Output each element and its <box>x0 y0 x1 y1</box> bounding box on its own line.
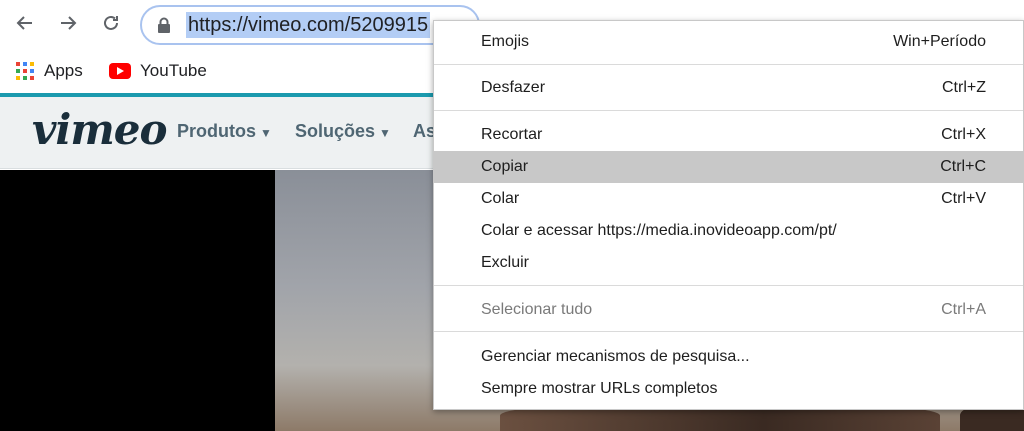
nav-label: Produtos <box>177 121 256 141</box>
menu-item-label: Colar e acessar https://media.inovideoap… <box>481 222 837 239</box>
bookmark-label: Apps <box>44 61 83 80</box>
menu-item-mostrar-urls[interactable]: Sempre mostrar URLs completos <box>434 373 1023 405</box>
menu-item-gerenciar-mecanismos[interactable]: Gerenciar mecanismos de pesquisa... <box>434 341 1023 373</box>
menu-item-label: Emojis <box>481 33 530 50</box>
forward-arrow-icon <box>61 16 77 30</box>
back-button[interactable] <box>10 8 40 38</box>
bookmark-apps[interactable]: Apps <box>15 58 83 84</box>
chevron-down-icon: ▼ <box>260 126 272 140</box>
menu-item-shortcut: Ctrl+X <box>941 126 986 143</box>
menu-separator <box>434 331 1023 332</box>
menu-item-excluir[interactable]: Excluir <box>434 247 1023 279</box>
menu-separator <box>434 110 1023 111</box>
chevron-down-icon: ▼ <box>379 126 391 140</box>
menu-item-label: Desfazer <box>481 79 546 96</box>
menu-item-label: Gerenciar mecanismos de pesquisa... <box>481 348 750 365</box>
apps-grid-icon <box>15 61 35 81</box>
menu-item-selecionar-tudo: Selecionar tudo Ctrl+A <box>434 294 1023 326</box>
address-bar-url[interactable]: https://vimeo.com/5209915 <box>186 12 431 38</box>
menu-item-colar[interactable]: Colar Ctrl+V <box>434 183 1023 215</box>
menu-item-label: Excluir <box>481 254 530 271</box>
video-letterbox <box>0 170 275 431</box>
vimeo-logo[interactable]: vimeo <box>32 105 168 154</box>
menu-item-label: Sempre mostrar URLs completos <box>481 380 718 397</box>
forward-button[interactable] <box>53 8 83 38</box>
menu-item-label: Selecionar tudo <box>481 301 593 318</box>
lock-icon[interactable] <box>157 17 171 33</box>
nav-solucoes[interactable]: Soluções ▼ <box>295 121 391 142</box>
menu-item-label: Copiar <box>481 158 529 175</box>
reload-icon <box>104 15 118 30</box>
menu-item-shortcut: Win+Período <box>893 33 986 50</box>
menu-item-shortcut: Ctrl+Z <box>942 79 986 96</box>
menu-item-emojis[interactable]: Emojis Win+Período <box>434 26 1023 58</box>
reload-button[interactable] <box>96 8 126 38</box>
nav-produtos[interactable]: Produtos ▼ <box>177 121 272 142</box>
menu-item-copiar[interactable]: Copiar Ctrl+C <box>434 151 1023 183</box>
menu-item-colar-e-acessar[interactable]: Colar e acessar https://media.inovideoap… <box>434 215 1023 247</box>
context-menu: Emojis Win+Período Desfazer Ctrl+Z Recor… <box>433 20 1024 410</box>
menu-item-shortcut: Ctrl+V <box>941 190 986 207</box>
menu-item-label: Colar <box>481 190 520 207</box>
menu-item-recortar[interactable]: Recortar Ctrl+X <box>434 119 1023 151</box>
bookmark-label: YouTube <box>140 61 207 80</box>
youtube-icon <box>109 63 131 79</box>
bookmark-youtube[interactable]: YouTube <box>109 58 207 84</box>
back-arrow-icon <box>16 16 32 30</box>
menu-item-label: Recortar <box>481 126 543 143</box>
menu-item-shortcut: Ctrl+A <box>941 301 986 318</box>
menu-separator <box>434 64 1023 65</box>
menu-item-shortcut: Ctrl+C <box>940 158 986 175</box>
menu-separator <box>434 285 1023 286</box>
menu-item-desfazer[interactable]: Desfazer Ctrl+Z <box>434 72 1023 104</box>
nav-label: Soluções <box>295 121 376 141</box>
